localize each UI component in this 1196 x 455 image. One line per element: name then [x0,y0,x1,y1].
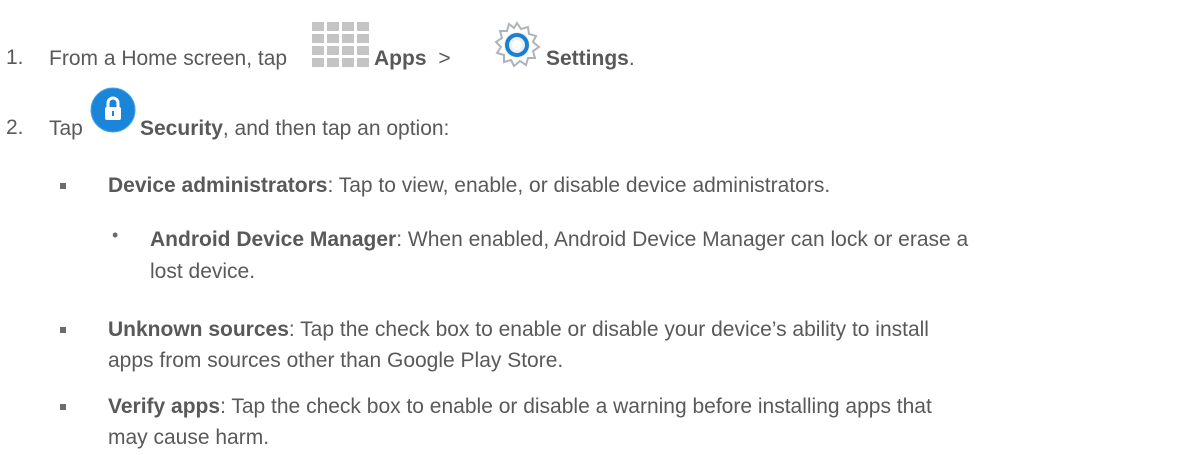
sub-option-desc: : When enabled, Android Device Manager c… [396,228,969,251]
settings-gear-icon [494,21,541,68]
step-1-intro: From a Home screen, tap [49,47,288,70]
option-title: Device administrators [108,174,328,197]
apps-label: Apps [374,47,427,70]
apps-grid-icon [312,22,369,67]
bullet-square [60,327,66,333]
security-label: Security [140,117,223,140]
step-1-apps: Apps > [374,46,451,72]
bullet-dot: • [112,225,119,245]
separator: > [438,47,451,70]
step-1-number: 1. [6,46,24,69]
option-title: Unknown sources [108,318,289,341]
step-1-settings: Settings. [546,46,635,72]
sub-option-android-device-manager: Android Device Manager: When enabled, An… [150,227,968,253]
option-desc: : Tap to view, enable, or disable device… [327,174,831,197]
step-2-intro: Tap [49,117,83,140]
step-1-period: . [628,47,635,70]
option-verify-apps: Verify apps: Tap the check box to enable… [108,394,932,420]
option-unknown-sources: Unknown sources: Tap the check box to en… [108,317,929,343]
sub-option-desc-cont: lost device. [150,260,256,283]
step-2-text: Security, and then tap an option: [140,117,450,140]
option-device-administrators: Device administrators: Tap to view, enab… [108,173,830,199]
step-1-text: From a Home screen, tap [49,46,287,72]
bullet-square [60,404,66,410]
option-desc: : Tap the check box to enable or disable… [288,318,929,341]
settings-label: Settings [546,47,629,70]
option-verify-apps-cont: may cause harm. [108,426,270,449]
bullet-square [60,183,66,189]
lock-icon [90,87,136,133]
option-title: Verify apps [108,395,221,418]
option-desc: : Tap the check box to enable or disable… [220,395,932,418]
step-2-number: 2. [6,116,24,139]
option-unknown-sources-cont: apps from sources other than Google Play… [108,349,564,372]
sub-option-title: Android Device Manager [150,228,397,251]
